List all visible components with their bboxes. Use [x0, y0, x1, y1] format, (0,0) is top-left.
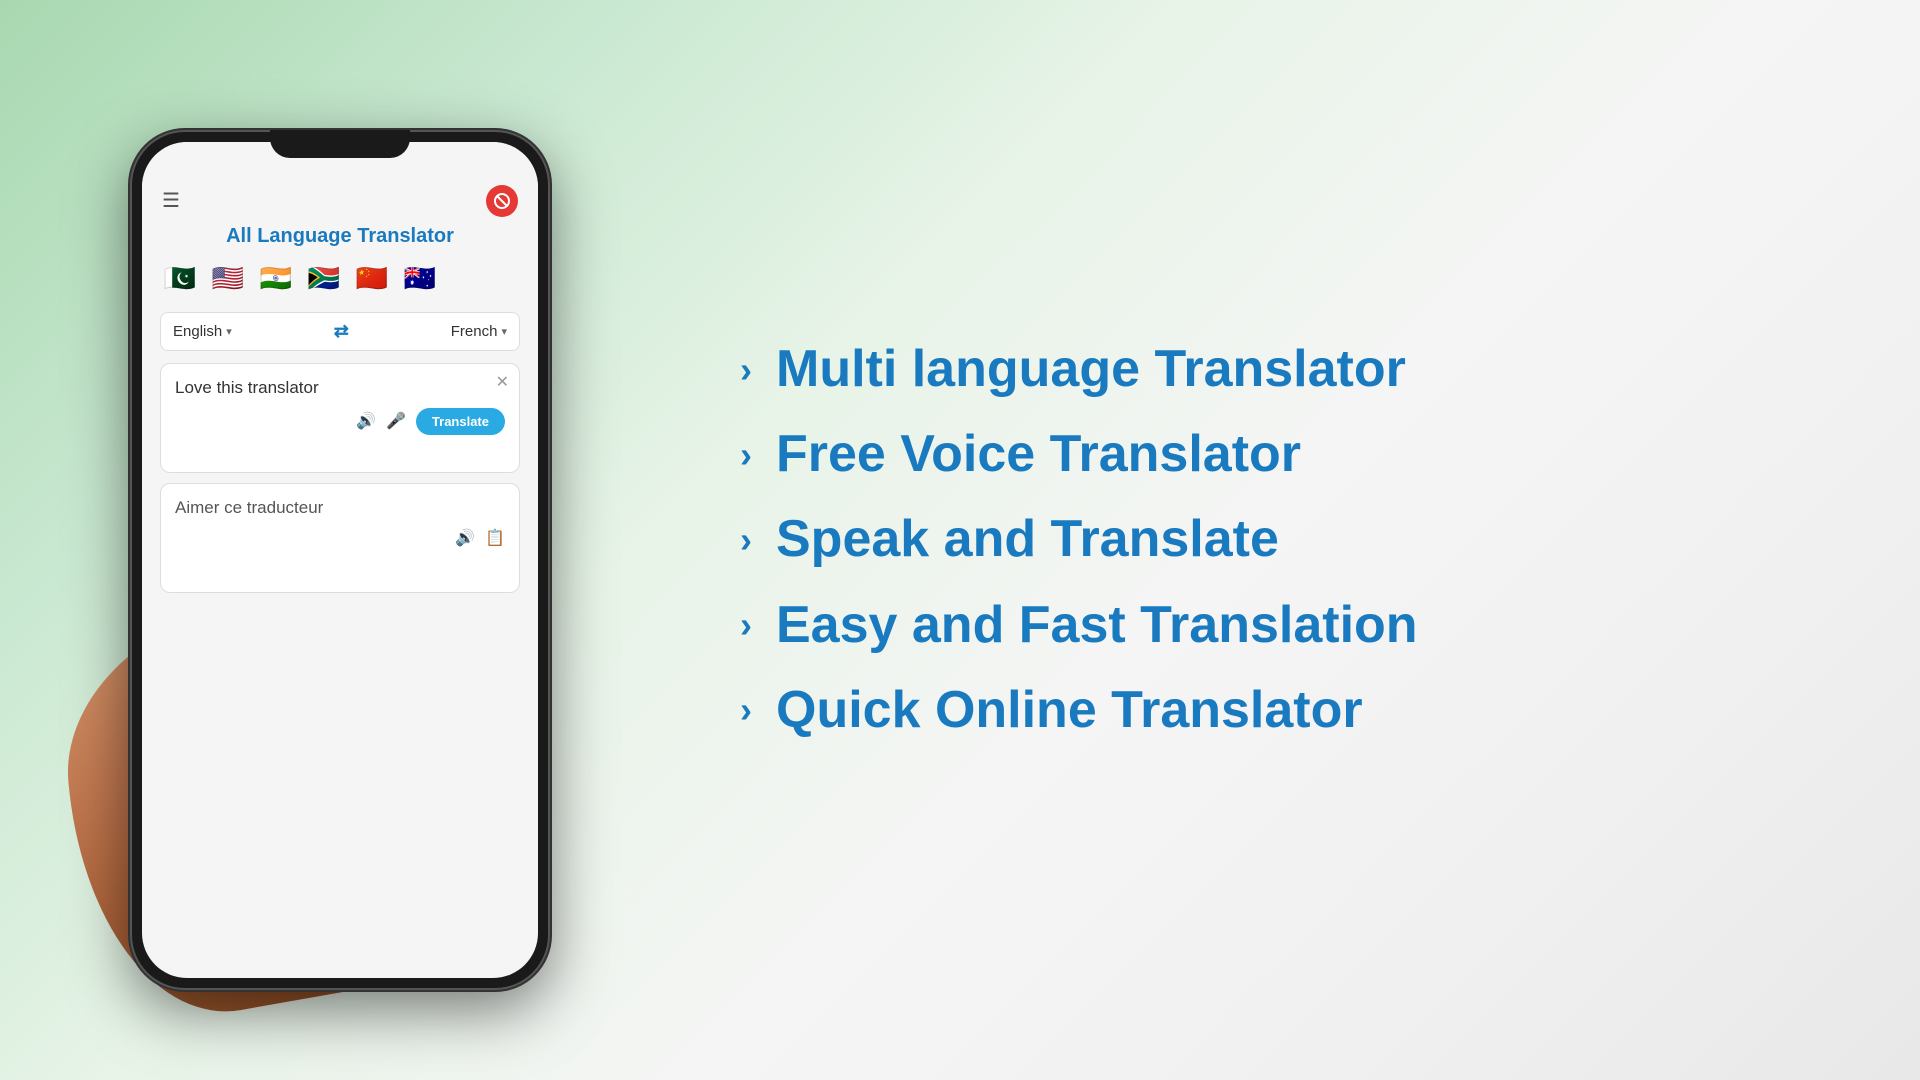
translate-button[interactable]: Translate: [416, 408, 505, 435]
phone-wrapper: ☰ All Language Translator: [130, 100, 550, 980]
feature-item-2: › Free Voice Translator: [740, 426, 1840, 483]
source-language-button[interactable]: English ▾: [173, 323, 232, 340]
target-language-button[interactable]: French ▾: [451, 323, 507, 340]
copy-icon[interactable]: 📋: [485, 528, 505, 548]
block-icon[interactable]: [486, 185, 518, 217]
input-actions: 🔊 🎤 Translate: [175, 408, 505, 435]
chevron-icon-4: ›: [740, 607, 752, 643]
language-selector: English ▾ ⇄ French ▾: [160, 312, 520, 351]
output-speaker-icon[interactable]: 🔊: [455, 528, 475, 548]
chevron-icon-5: ›: [740, 692, 752, 728]
output-actions: 🔊 📋: [175, 528, 505, 548]
chevron-icon-2: ›: [740, 437, 752, 473]
output-text: Aimer ce traducteur: [175, 496, 505, 520]
clear-input-button[interactable]: ✕: [496, 372, 509, 392]
flag-pakistan[interactable]: 🇵🇰: [160, 258, 200, 298]
feature-text-2: Free Voice Translator: [776, 426, 1301, 483]
input-text: Love this translator: [175, 376, 505, 400]
feature-item-3: › Speak and Translate: [740, 511, 1840, 568]
target-language-label: French: [451, 323, 498, 340]
menu-icon[interactable]: ☰: [162, 191, 180, 211]
phone-notch: [270, 130, 410, 158]
feature-text-4: Easy and Fast Translation: [776, 597, 1418, 654]
flag-australia[interactable]: 🇦🇺: [400, 258, 440, 298]
feature-item-1: › Multi language Translator: [740, 341, 1840, 398]
microphone-icon[interactable]: 🎤: [386, 411, 406, 431]
flag-india[interactable]: 🇮🇳: [256, 258, 296, 298]
app-header: ☰: [160, 177, 520, 225]
app-content: ☰ All Language Translator: [142, 177, 538, 593]
feature-item-4: › Easy and Fast Translation: [740, 597, 1840, 654]
phone-screen: ☰ All Language Translator: [142, 142, 538, 978]
flag-usa[interactable]: 🇺🇸: [208, 258, 248, 298]
phone-mockup: ☰ All Language Translator: [130, 130, 550, 990]
feature-item-5: › Quick Online Translator: [740, 682, 1840, 739]
input-box[interactable]: Love this translator ✕ 🔊 🎤 Translate: [160, 363, 520, 473]
source-language-label: English: [173, 323, 222, 340]
speaker-icon[interactable]: 🔊: [356, 411, 376, 431]
feature-text-5: Quick Online Translator: [776, 682, 1363, 739]
target-chevron-icon: ▾: [501, 325, 507, 338]
left-section: ☰ All Language Translator: [0, 0, 680, 1080]
flag-china[interactable]: 🇨🇳: [352, 258, 392, 298]
phone-frame: ☰ All Language Translator: [130, 130, 550, 990]
source-chevron-icon: ▾: [226, 325, 232, 338]
chevron-icon-3: ›: [740, 522, 752, 558]
feature-text-3: Speak and Translate: [776, 511, 1279, 568]
features-section: › Multi language Translator › Free Voice…: [680, 281, 1920, 799]
feature-text-1: Multi language Translator: [776, 341, 1406, 398]
flag-row: 🇵🇰 🇺🇸 🇮🇳 🇿🇦 🇨🇳 🇦🇺: [160, 258, 520, 298]
output-box: Aimer ce traducteur 🔊 📋: [160, 483, 520, 593]
flag-south-africa[interactable]: 🇿🇦: [304, 258, 344, 298]
app-title: All Language Translator: [160, 225, 520, 248]
swap-languages-button[interactable]: ⇄: [334, 321, 349, 342]
chevron-icon-1: ›: [740, 352, 752, 388]
